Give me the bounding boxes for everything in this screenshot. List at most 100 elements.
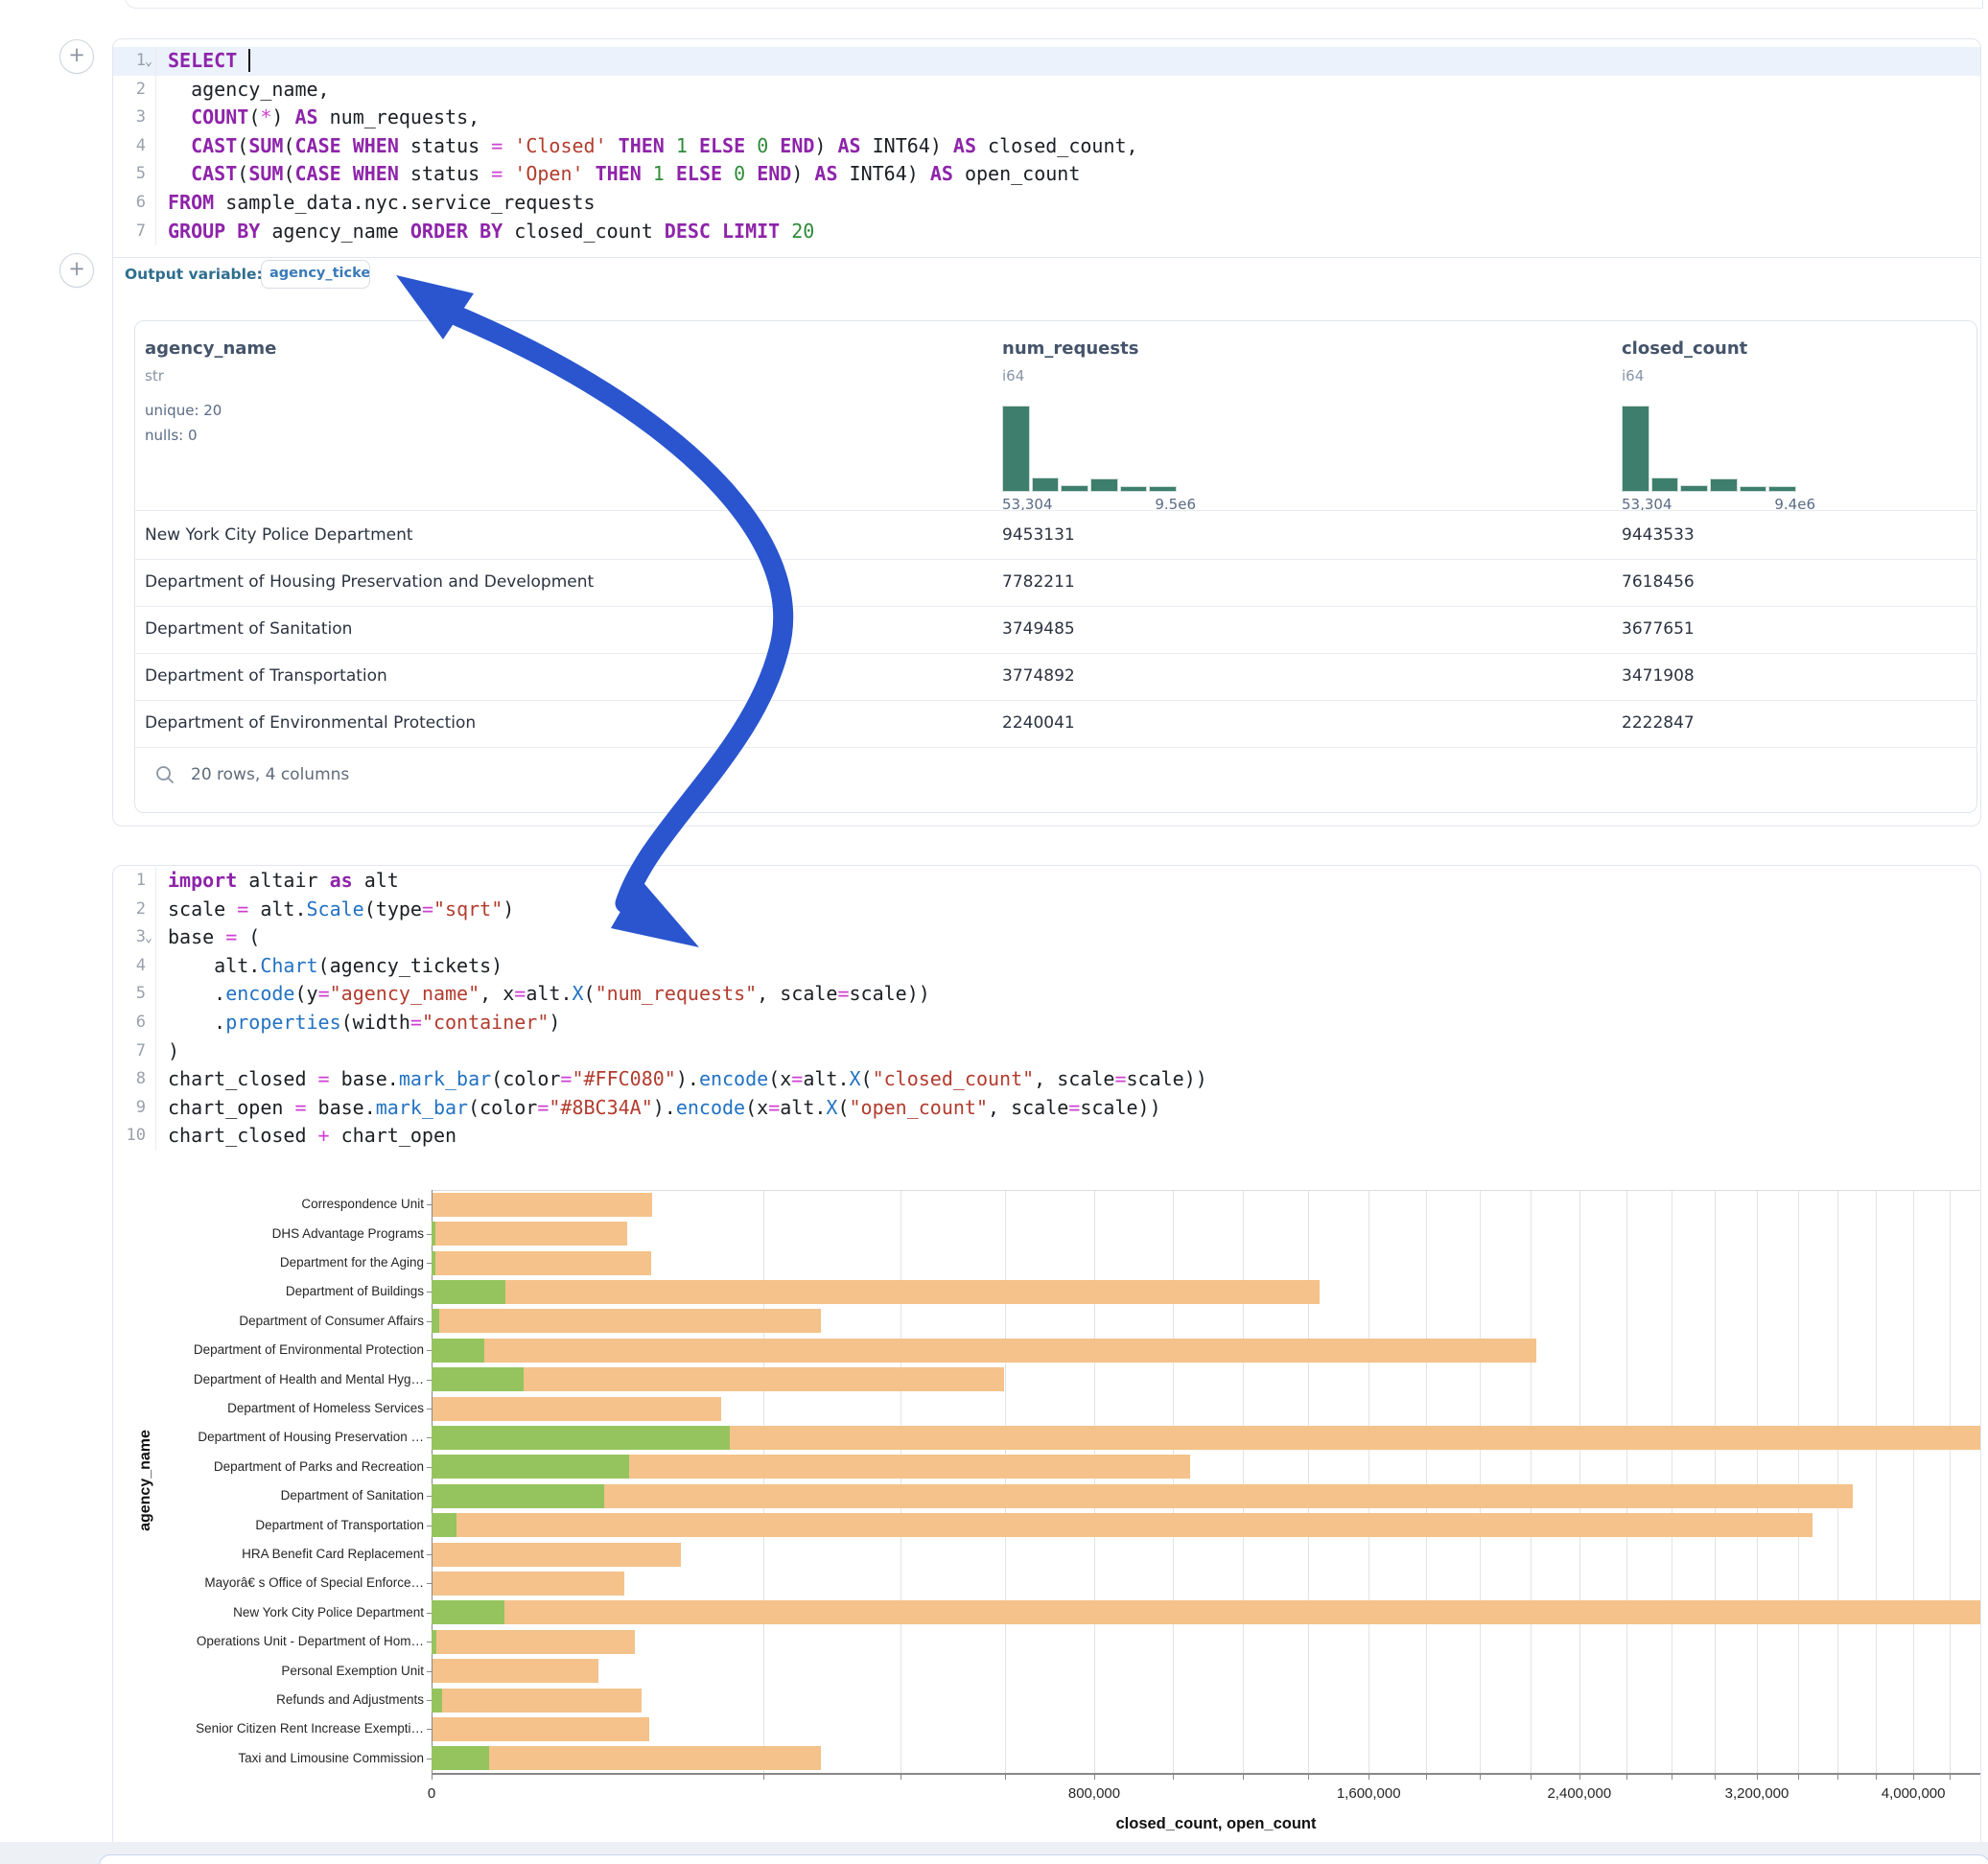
line-number: 5	[113, 980, 156, 1009]
gridline	[1094, 1190, 1095, 1773]
bar-closed_count	[432, 1251, 651, 1275]
bar-closed_count	[432, 1397, 721, 1421]
bar-open_count	[432, 1251, 435, 1275]
search-icon[interactable]	[154, 764, 175, 785]
x-axis-label: 4,000,000	[1846, 1785, 1980, 1802]
sql-code-editor[interactable]: 1⌄SELECT 2 agency_name,3 COUNT(*) AS num…	[113, 47, 1980, 245]
x-tick	[1913, 1774, 1914, 1780]
bar-closed_count	[432, 1689, 642, 1713]
line-number: 8	[113, 1065, 156, 1094]
x-tick	[1531, 1774, 1532, 1780]
cell-value: 7618456	[1622, 572, 1695, 592]
column-header-num_requests[interactable]: num_requestsi6453,3049.5e6	[1002, 321, 1290, 510]
output-variable-input[interactable]: agency_tickets	[261, 260, 370, 289]
line-number: 1	[113, 867, 156, 896]
code-line[interactable]: 2scale = alt.Scale(type="sqrt")	[113, 896, 1980, 924]
gridline	[1798, 1190, 1799, 1773]
y-axis-label: Department for the Aging	[119, 1255, 424, 1270]
line-number: 2	[113, 896, 156, 924]
x-axis-label: 3,200,000	[1690, 1785, 1824, 1802]
y-axis-label: HRA Benefit Card Replacement	[119, 1547, 424, 1561]
bar-closed_count	[432, 1222, 627, 1246]
bar-closed_count	[432, 1193, 652, 1217]
code-line[interactable]: 4 alt.Chart(agency_tickets)	[113, 952, 1980, 981]
column-header-agency_name[interactable]: agency_namestrunique: 20nulls: 0	[145, 321, 433, 510]
gridline	[763, 1190, 764, 1773]
python-code-editor[interactable]: 1import altair as alt2scale = alt.Scale(…	[113, 867, 1980, 1151]
table-row[interactable]: New York City Police Department945313194…	[135, 512, 1976, 560]
column-name: closed_count	[1622, 338, 1747, 359]
gridline	[1308, 1190, 1309, 1773]
plot-top-border	[432, 1190, 1980, 1191]
bar-closed_count	[432, 1572, 624, 1596]
code-text: FROM sample_data.nyc.service_requests	[156, 189, 596, 218]
gridline	[1005, 1190, 1006, 1773]
code-line[interactable]: 7)	[113, 1037, 1980, 1066]
x-tick	[1798, 1774, 1799, 1780]
bar-open_count	[432, 1339, 484, 1363]
code-text: base = (	[156, 923, 260, 952]
line-number: 4	[113, 952, 156, 981]
code-line[interactable]: 7GROUP BY agency_name ORDER BY closed_co…	[113, 218, 1980, 246]
add-cell-button-output[interactable]: +	[59, 253, 94, 288]
cell-agency-name: Department of Transportation	[145, 666, 387, 686]
table-row[interactable]: Department of Environmental Protection22…	[135, 700, 1976, 748]
bar-open_count	[432, 1484, 604, 1508]
line-number: 5	[113, 160, 156, 189]
python-cell: 1import altair as alt2scale = alt.Scale(…	[112, 865, 1981, 1851]
bar-open_count	[432, 1222, 435, 1246]
x-tick	[763, 1774, 764, 1780]
column-header-closed_count[interactable]: closed_counti6453,3049.4e6	[1622, 321, 1909, 510]
gridline	[1579, 1190, 1580, 1773]
table-row[interactable]: Department of Housing Preservation and D…	[135, 559, 1976, 607]
bar-open_count	[432, 1630, 436, 1654]
bar-open_count	[432, 1455, 629, 1479]
y-axis-label: Department of Health and Mental Hyg…	[119, 1372, 424, 1386]
code-line[interactable]: 2 agency_name,	[113, 76, 1980, 105]
gridline	[1531, 1190, 1532, 1773]
x-tick	[1243, 1774, 1244, 1780]
code-line[interactable]: 9chart_open = base.mark_bar(color="#8BC3…	[113, 1094, 1980, 1123]
code-line[interactable]: 4 CAST(SUM(CASE WHEN status = 'Closed' T…	[113, 132, 1980, 161]
fold-chevron-icon[interactable]: ⌄	[145, 924, 152, 953]
y-axis-label: Department of Housing Preservation …	[119, 1430, 424, 1444]
code-text: import altair as alt	[156, 867, 399, 896]
code-line[interactable]: 6 .properties(width="container")	[113, 1009, 1980, 1037]
table-row[interactable]: Department of Transportation377489234719…	[135, 653, 1976, 701]
code-line[interactable]: 10chart_closed + chart_open	[113, 1122, 1980, 1151]
code-text: alt.Chart(agency_tickets)	[156, 952, 503, 981]
x-axis-label: 1,600,000	[1301, 1785, 1436, 1802]
x-tick	[1173, 1774, 1174, 1780]
gridline	[1626, 1190, 1627, 1773]
x-tick	[1950, 1774, 1951, 1780]
code-line[interactable]: 3 COUNT(*) AS num_requests,	[113, 104, 1980, 132]
line-number: 2	[113, 76, 156, 105]
code-line[interactable]: 1⌄SELECT	[113, 47, 1980, 76]
code-line[interactable]: 1import altair as alt	[113, 867, 1980, 896]
cell-value: 3677651	[1622, 619, 1695, 639]
gridline	[1757, 1190, 1758, 1773]
code-line[interactable]: 8chart_closed = base.mark_bar(color="#FF…	[113, 1065, 1980, 1094]
code-line[interactable]: 5 CAST(SUM(CASE WHEN status = 'Open' THE…	[113, 160, 1980, 189]
code-text: chart_closed + chart_open	[156, 1122, 456, 1151]
code-line[interactable]: 5 .encode(y="agency_name", x=alt.X("num_…	[113, 980, 1980, 1009]
gridline	[1837, 1190, 1838, 1773]
line-number: 3	[113, 104, 156, 132]
bar-open_count	[432, 1309, 439, 1333]
y-axis-domain	[432, 1190, 433, 1773]
column-stat: nulls: 0	[145, 427, 198, 444]
table-row[interactable]: Department of Sanitation37494853677651	[135, 606, 1976, 654]
code-line[interactable]: 6FROM sample_data.nyc.service_requests	[113, 189, 1980, 218]
cell-agency-name: New York City Police Department	[145, 525, 413, 545]
line-number: 9	[113, 1094, 156, 1123]
code-line[interactable]: 3⌄base = (	[113, 923, 1980, 952]
gridline	[1243, 1190, 1244, 1773]
cell-value: 9453131	[1002, 525, 1075, 545]
y-axis-label: Department of Consumer Affairs	[119, 1314, 424, 1328]
add-cell-button-top[interactable]: +	[59, 39, 94, 74]
previous-cell-edge	[125, 0, 1983, 9]
fold-chevron-icon[interactable]: ⌄	[145, 48, 152, 77]
line-number: 7	[113, 218, 156, 246]
y-axis-label: New York City Police Department	[119, 1605, 424, 1619]
cell-value: 7782211	[1002, 572, 1075, 592]
